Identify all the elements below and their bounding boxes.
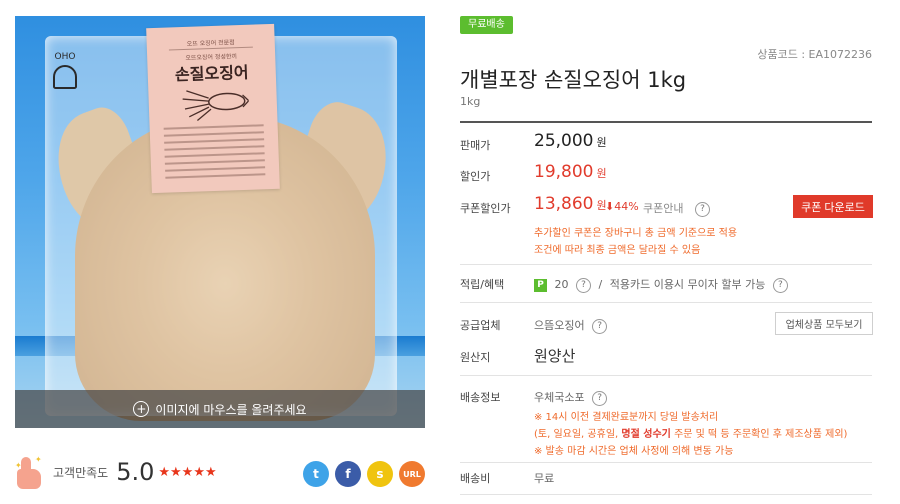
free-shipping-badge: 무료배송: [460, 16, 513, 34]
shipping-fee-label: 배송비: [460, 472, 491, 485]
package-label: 오뜨 오징어 전문점 오뜨오징어 정성한끼 손질오징어: [146, 23, 280, 194]
benefit-label: 적립/혜택: [460, 278, 505, 291]
shipping-label: 배송정보: [460, 391, 501, 404]
divider: [460, 375, 872, 376]
shipping-note-1: ※ 14시 이전 결제완료분까지 당일 발송처리: [534, 412, 719, 423]
package-info-lines: [163, 124, 266, 183]
discount-price: 19,800 원: [534, 162, 607, 182]
product-code: 상품코드 : EA1072236: [757, 48, 872, 61]
twitter-share-icon[interactable]: t: [303, 461, 329, 487]
divider: [460, 264, 872, 265]
points-icon: P: [534, 278, 547, 292]
sale-price-value: 25,000: [534, 131, 594, 151]
shipping-help-icon[interactable]: ?: [592, 390, 608, 406]
supplier-name: 으뜸오징어: [534, 319, 585, 332]
brand-logo-text: OHO: [54, 52, 76, 62]
origin-label: 원산지: [460, 351, 491, 364]
satisfaction-label: 고객만족도: [53, 465, 109, 480]
coupon-note-2: 조건에 따라 최종 금액은 달라질 수 있음: [534, 245, 701, 256]
brand-seal-icon: [53, 65, 77, 89]
discount-price-label: 할인가: [460, 170, 491, 183]
shipping-method: 우체국소포 ?: [534, 389, 608, 406]
shipping-fee-value: 무료: [534, 472, 555, 485]
package-title: 손질오징어: [174, 62, 249, 85]
coupon-price: 13,860 원: [534, 194, 607, 214]
title-divider: [460, 121, 872, 123]
sale-price: 25,000 원: [534, 131, 607, 151]
shipping-note-2: (토, 일요일, 공휴일, 명절 성수기 주문 및 떡 등 주문확인 후 제조상…: [534, 425, 847, 440]
satisfaction-score: 5.0: [116, 458, 155, 486]
url-copy-icon[interactable]: URL: [399, 461, 425, 487]
discount-price-currency: 원: [596, 167, 607, 180]
coupon-guide-text: 쿠폰안내: [643, 202, 684, 215]
coupon-guide: 쿠폰안내 ?: [643, 200, 710, 217]
brand-logo: OHO: [50, 52, 80, 92]
shipping-note-2b: 명절 성수기: [621, 429, 671, 440]
discount-price-value: 19,800: [534, 162, 594, 182]
divider: [460, 494, 872, 495]
benefit-separator: /: [598, 278, 603, 291]
divider: [460, 302, 872, 303]
points-help-icon[interactable]: ?: [576, 277, 591, 293]
squid-illustration-icon: [182, 90, 250, 122]
customer-satisfaction: ✦ ✦ 고객만족도 5.0 ★★★★★: [15, 452, 217, 492]
card-installment-text: 적용카드 이용시 무이자 할부 가능: [609, 278, 766, 291]
product-subtitle: 1kg: [460, 95, 481, 108]
supplier-help-icon[interactable]: ?: [592, 318, 608, 334]
benefit-info: P 20 ? / 적용카드 이용시 무이자 할부 가능 ?: [534, 276, 788, 293]
shipping-note-3: ※ 발송 마감 시간은 업체 사정에 의해 변동 가능: [534, 446, 734, 457]
discount-rate: ⬇44%: [605, 200, 639, 213]
coupon-note-1: 추가할인 쿠폰은 장바구니 총 금액 기준으로 적용: [534, 228, 738, 239]
shipping-method-text: 우체국소포: [534, 391, 585, 404]
coupon-price-label: 쿠폰할인가: [460, 202, 511, 215]
thumbs-up-icon: ✦ ✦: [15, 455, 47, 489]
zoom-plus-icon: +: [133, 401, 150, 417]
image-hover-caption: + 이미지에 마우스를 올려주세요: [15, 390, 425, 428]
kakaostory-share-icon[interactable]: s: [367, 461, 393, 487]
divider: [460, 462, 872, 463]
coupon-download-button[interactable]: 쿠폰 다운로드: [793, 195, 873, 218]
supplier-info: 으뜸오징어 ?: [534, 317, 608, 334]
image-caption-text: 이미지에 마우스를 올려주세요: [155, 402, 307, 417]
points-value: 20: [554, 278, 569, 291]
sale-price-currency: 원: [596, 136, 607, 149]
share-buttons: t f s URL: [303, 461, 431, 487]
sale-price-label: 판매가: [460, 139, 491, 152]
shipping-note-2a: (토, 일요일, 공휴일,: [534, 429, 619, 440]
rating-stars: ★★★★★: [158, 464, 217, 480]
coupon-price-value: 13,860: [534, 194, 594, 214]
supplier-label: 공급업체: [460, 319, 501, 332]
product-image[interactable]: OHO 오뜨 오징어 전문점 오뜨오징어 정성한끼 손질오징어 + 이미지에 마…: [15, 16, 425, 428]
coupon-help-icon[interactable]: ?: [694, 201, 710, 217]
card-help-icon[interactable]: ?: [772, 277, 788, 293]
origin-value: 원양산: [534, 347, 576, 365]
shipping-note-2c: 주문 및 떡 등 주문확인 후 제조상품 제외): [674, 429, 848, 440]
supplier-all-products-button[interactable]: 업체상품 모두보기: [775, 312, 873, 335]
product-title: 개별포장 손질오징어 1kg: [460, 68, 687, 92]
facebook-share-icon[interactable]: f: [335, 461, 361, 487]
